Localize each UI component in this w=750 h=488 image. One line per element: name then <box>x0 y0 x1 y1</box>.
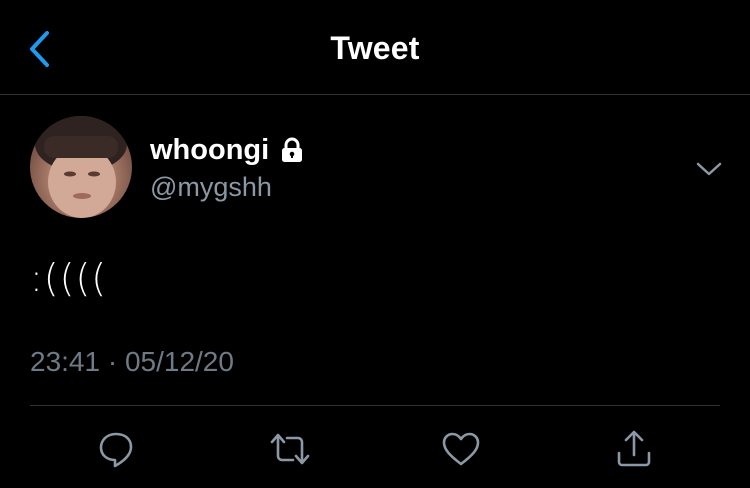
lock-icon <box>282 137 303 162</box>
user-info[interactable]: whoongi @mygshh <box>150 133 305 203</box>
top-bar: Tweet <box>0 0 750 95</box>
display-name: whoongi <box>150 134 270 166</box>
like-button[interactable] <box>438 426 484 472</box>
share-button[interactable] <box>611 426 657 472</box>
share-icon <box>617 430 651 467</box>
page-title: Tweet <box>330 30 420 66</box>
chevron-down-icon <box>696 162 722 176</box>
retweet-button[interactable] <box>267 426 313 472</box>
heart-icon <box>442 432 480 466</box>
more-options-button[interactable] <box>692 152 726 186</box>
tweet-timestamp[interactable]: 23:41 · 05/12/20 <box>30 346 234 378</box>
retweet-icon <box>270 433 310 465</box>
divider <box>30 405 720 406</box>
tweet-text: :(((( <box>30 256 108 300</box>
avatar[interactable] <box>30 116 132 218</box>
user-handle: @mygshh <box>150 172 272 202</box>
reply-button[interactable] <box>93 426 139 472</box>
speech-bubble-icon <box>99 432 133 468</box>
action-bar <box>0 426 750 472</box>
avatar-image <box>35 116 127 218</box>
display-name-row: whoongi <box>150 133 305 167</box>
